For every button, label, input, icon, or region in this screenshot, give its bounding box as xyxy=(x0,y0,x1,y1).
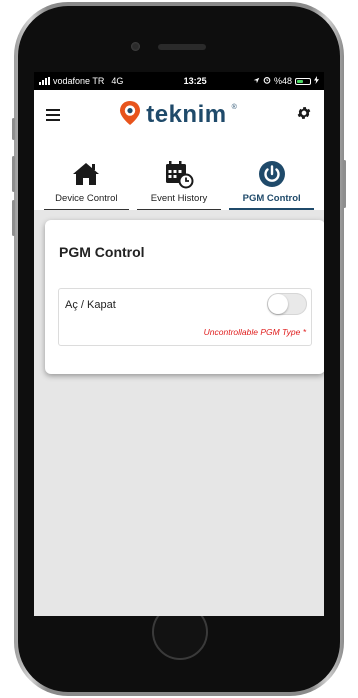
home-icon xyxy=(72,159,100,189)
clock: 13:25 xyxy=(183,76,207,86)
brand-logo: teknim ® xyxy=(119,100,237,131)
power-side-button xyxy=(343,160,346,208)
location-icon xyxy=(253,76,260,86)
brand-name: teknim xyxy=(146,101,227,128)
toggle-knob xyxy=(268,294,288,314)
status-bar: vodafone TR 4G 13:25 %48 xyxy=(34,72,324,90)
earpiece-speaker xyxy=(158,44,206,50)
volume-up-button xyxy=(12,156,15,192)
charging-icon xyxy=(314,76,319,86)
tab-underline xyxy=(44,209,129,210)
card-title: PGM Control xyxy=(59,244,145,260)
pgm-control-card: PGM Control Aç / Kapat Uncontrollable PG… xyxy=(45,220,324,374)
volume-down-button xyxy=(12,200,15,236)
battery-percent: %48 xyxy=(273,76,292,86)
registered-mark: ® xyxy=(231,103,237,111)
network-type: 4G xyxy=(111,76,124,86)
signal-icon xyxy=(39,77,50,85)
tab-event-history[interactable]: Event History xyxy=(133,140,226,210)
pgm-row: Aç / Kapat Uncontrollable PGM Type * xyxy=(58,288,312,346)
pgm-toggle-switch[interactable] xyxy=(267,293,307,315)
tab-device-control[interactable]: Device Control xyxy=(40,140,133,210)
tab-pgm-control[interactable]: PGM Control xyxy=(225,140,318,210)
tab-bar: Device Control Event History PGM Control xyxy=(34,140,324,210)
uncontrollable-warning: Uncontrollable PGM Type * xyxy=(203,327,306,337)
tab-underline xyxy=(136,209,222,210)
teknim-logo-icon xyxy=(119,100,141,131)
front-camera xyxy=(131,42,140,51)
mute-switch xyxy=(12,118,15,140)
alarm-icon xyxy=(263,76,271,86)
tab-label: PGM Control xyxy=(242,193,301,204)
tab-label: Event History xyxy=(150,193,208,204)
battery-icon xyxy=(295,77,311,85)
hamburger-menu-icon[interactable] xyxy=(46,109,60,121)
calendar-clock-icon xyxy=(164,159,194,189)
carrier-name: vodafone TR xyxy=(53,76,105,86)
power-icon xyxy=(258,159,286,189)
tab-label: Device Control xyxy=(55,193,118,204)
app-header: teknim ® xyxy=(34,90,324,140)
tab-underline-active xyxy=(229,208,315,210)
app-screen: vodafone TR 4G 13:25 %48 teknim ® Device… xyxy=(34,72,324,616)
pgm-toggle-label: Aç / Kapat xyxy=(65,299,116,311)
gear-icon[interactable] xyxy=(296,105,312,126)
